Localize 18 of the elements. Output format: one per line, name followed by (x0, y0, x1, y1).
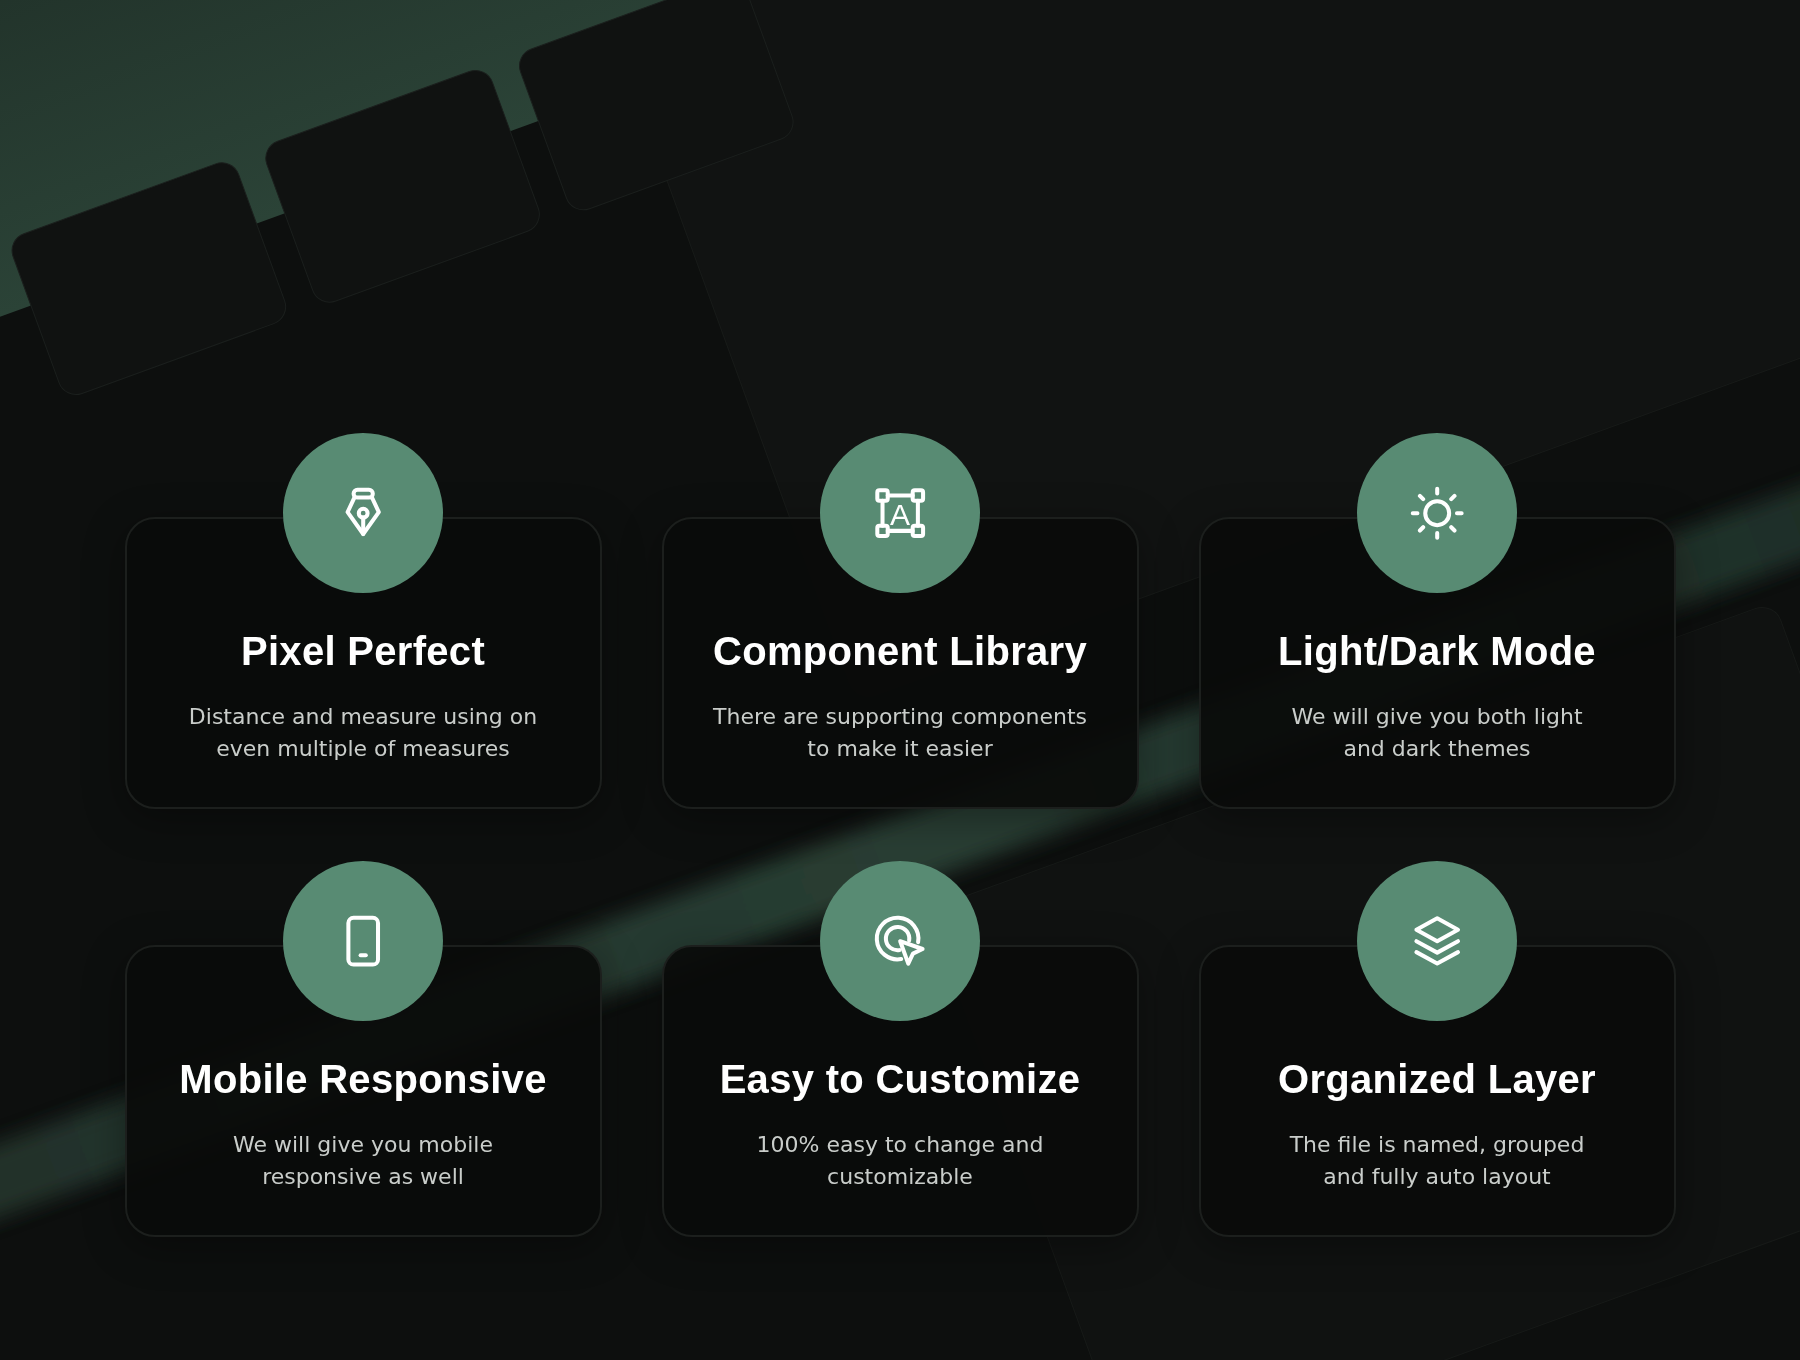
feature-title: Easy to Customize (718, 1056, 1082, 1103)
text-frame-icon: A (820, 433, 980, 593)
feature-title: Component Library (712, 628, 1088, 675)
tablet-icon (283, 861, 443, 1021)
feature-description: We will give you mobile responsive as well (232, 1131, 494, 1191)
feature-description: The file is named, grouped and fully auto layout (1288, 1131, 1586, 1191)
feature-title: Organized Layer (1277, 1056, 1597, 1103)
feature-title: Mobile Responsive (178, 1056, 548, 1103)
pen-nib-icon (283, 433, 443, 593)
feature-description: There are supporting components to make it easier (712, 703, 1088, 763)
cursor-target-icon (820, 861, 980, 1021)
feature-description: Distance and measure using on even multiple of measures (187, 703, 539, 763)
feature-title: Light/Dark Mode (1277, 628, 1597, 675)
sun-icon (1357, 433, 1517, 593)
feature-description: We will give you both light and dark themes (1290, 703, 1584, 763)
feature-description: 100% easy to change and customizable (755, 1131, 1045, 1191)
layers-icon (1357, 861, 1517, 1021)
feature-title: Pixel Perfect (239, 628, 486, 675)
